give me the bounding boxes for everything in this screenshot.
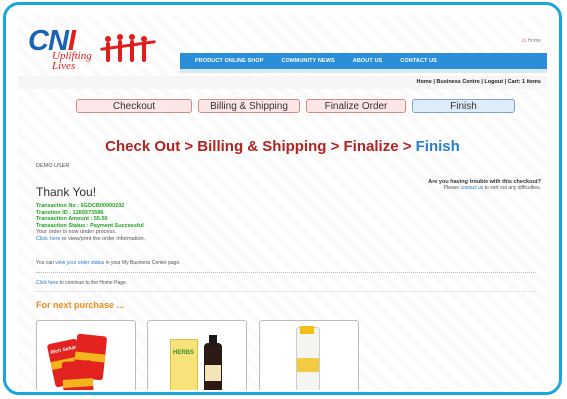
user-name: DEMO USER bbox=[36, 163, 70, 169]
product-card[interactable]: Rich Sehati bbox=[36, 320, 136, 390]
product-image: HERBS bbox=[170, 339, 198, 390]
product-image bbox=[296, 326, 320, 390]
divider bbox=[36, 291, 536, 292]
nav-item-community-news[interactable]: COMMUNITY NEWS bbox=[273, 58, 344, 64]
checkout-steps: Checkout Billing & Shipping Finalize Ord… bbox=[76, 99, 515, 113]
transaction-details: Transaction No : 6GDCB00000202 Transtion… bbox=[36, 203, 146, 242]
step-finish[interactable]: Finish bbox=[412, 99, 515, 113]
order-status-link[interactable]: view your order status bbox=[55, 260, 104, 266]
step-billing-shipping[interactable]: Billing & Shipping bbox=[198, 99, 300, 113]
step-finalize-order[interactable]: Finalize Order bbox=[306, 99, 406, 113]
continue-home-link[interactable]: Click here bbox=[36, 280, 58, 286]
contact-us-link[interactable]: contact us bbox=[460, 185, 483, 191]
next-purchase-heading: For next purchase ... bbox=[36, 300, 125, 310]
main-nav: PRODUCT ONLINE SHOP COMMUNITY NEWS ABOUT… bbox=[180, 53, 547, 69]
nav-item-product-online-shop[interactable]: PRODUCT ONLINE SHOP bbox=[186, 58, 273, 64]
thank-you-text: Thank You! bbox=[36, 185, 97, 199]
product-card[interactable]: HERBS bbox=[147, 320, 247, 390]
step-checkout[interactable]: Checkout bbox=[76, 99, 192, 113]
trouble-notice: Are you having trouble with this checkou… bbox=[428, 179, 541, 191]
product-card[interactable] bbox=[259, 320, 359, 390]
sub-nav-bar bbox=[180, 69, 547, 73]
business-centre-link[interactable]: Business Centre bbox=[436, 79, 479, 85]
cart-link[interactable]: Cart: 1 items bbox=[508, 79, 541, 85]
home-link-bar[interactable]: Home bbox=[417, 79, 432, 85]
logo-tagline: Uplifting Lives bbox=[52, 50, 92, 72]
nav-item-about-us[interactable]: ABOUT US bbox=[344, 58, 392, 64]
user-bar: Home | Business Centre | Logout | Cart: … bbox=[18, 76, 547, 89]
nav-item-contact-us[interactable]: CONTACT US bbox=[391, 58, 446, 64]
divider bbox=[36, 272, 536, 273]
home-icon: ⌂ bbox=[522, 37, 527, 44]
continue-line: Click here to continue to the Home Page. bbox=[36, 280, 128, 286]
screenshot-frame: CNI Uplifting Lives ⌂ Home PRODUCT ONLIN… bbox=[3, 2, 562, 395]
order-status-line: You can view your order status in your M… bbox=[36, 260, 181, 266]
product-bottle-image bbox=[204, 335, 222, 390]
cni-logo[interactable]: CNI Uplifting Lives bbox=[28, 25, 163, 72]
view-order-link[interactable]: Click here bbox=[36, 236, 60, 242]
logout-link[interactable]: Logout bbox=[484, 79, 503, 85]
page: CNI Uplifting Lives ⌂ Home PRODUCT ONLIN… bbox=[18, 15, 547, 390]
logo-people-icon bbox=[100, 34, 156, 62]
home-link[interactable]: ⌂ Home bbox=[522, 37, 541, 44]
page-heading: Check Out > Billing & Shipping > Finaliz… bbox=[105, 138, 460, 155]
